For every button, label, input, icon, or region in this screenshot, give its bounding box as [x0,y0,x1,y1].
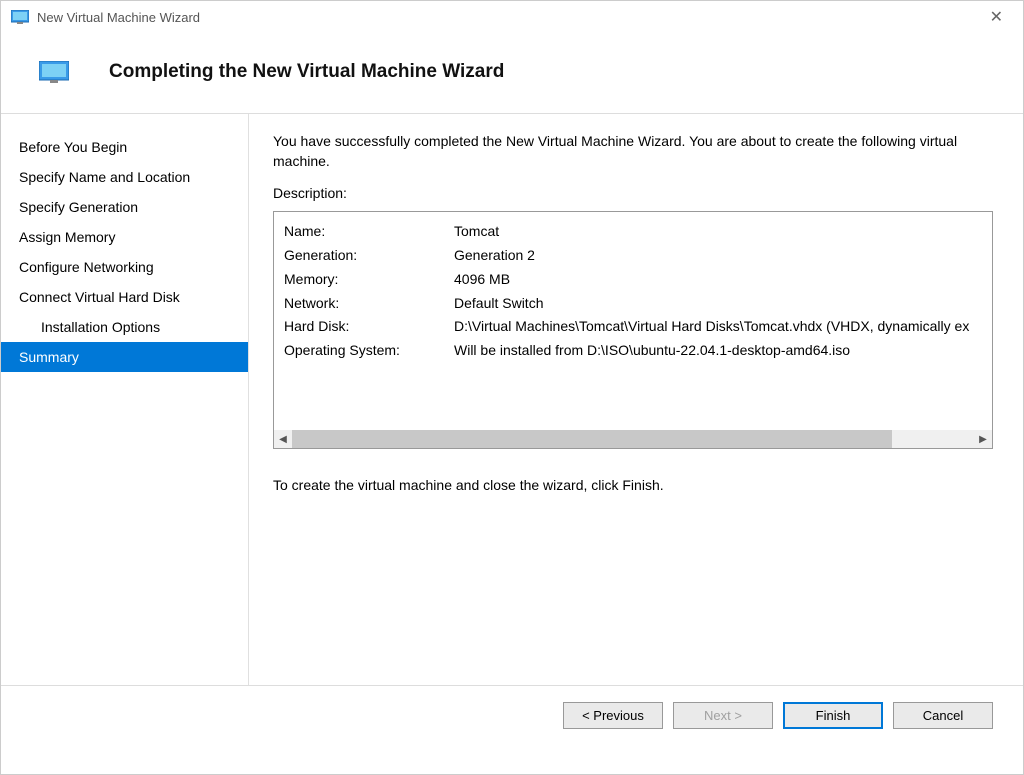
wizard-footer: < Previous Next > Finish Cancel [1,686,1023,744]
horizontal-scrollbar[interactable]: ◀ ▶ [274,430,992,448]
sidebar-item-assign-memory[interactable]: Assign Memory [1,222,248,252]
sidebar-item-before-you-begin[interactable]: Before You Begin [1,132,248,162]
cancel-button[interactable]: Cancel [893,702,993,729]
desc-row-name: Name: Tomcat [284,220,982,244]
desc-value: Default Switch [454,292,543,316]
scroll-track[interactable] [292,430,974,448]
sidebar: Before You Begin Specify Name and Locati… [1,114,249,685]
sidebar-item-summary[interactable]: Summary [1,342,248,372]
sidebar-item-configure-networking[interactable]: Configure Networking [1,252,248,282]
app-icon [11,10,29,24]
wizard-header: Completing the New Virtual Machine Wizar… [1,33,1023,114]
desc-key: Memory: [284,268,454,292]
next-button: Next > [673,702,773,729]
desc-value: Will be installed from D:\ISO\ubuntu-22.… [454,339,850,363]
desc-value: 4096 MB [454,268,510,292]
previous-button[interactable]: < Previous [563,702,663,729]
sidebar-item-specify-generation[interactable]: Specify Generation [1,192,248,222]
close-icon[interactable]: ✕ [980,3,1013,31]
titlebar: New Virtual Machine Wizard ✕ [1,1,1023,33]
desc-value: Generation 2 [454,244,535,268]
desc-row-network: Network: Default Switch [284,292,982,316]
scroll-thumb[interactable] [292,430,892,448]
desc-key: Name: [284,220,454,244]
content-pane: You have successfully completed the New … [249,114,1023,685]
description-label: Description: [273,185,999,201]
desc-value: D:\Virtual Machines\Tomcat\Virtual Hard … [454,315,969,339]
scroll-left-icon[interactable]: ◀ [274,430,292,448]
finish-button[interactable]: Finish [783,702,883,729]
intro-text: You have successfully completed the New … [273,132,999,171]
sidebar-item-connect-vhd[interactable]: Connect Virtual Hard Disk [1,282,248,312]
desc-key: Operating System: [284,339,454,363]
description-box: Name: Tomcat Generation: Generation 2 Me… [273,211,993,449]
desc-value: Tomcat [454,220,499,244]
sidebar-item-installation-options[interactable]: Installation Options [1,312,248,342]
sidebar-item-specify-name[interactable]: Specify Name and Location [1,162,248,192]
page-title: Completing the New Virtual Machine Wizar… [109,61,504,83]
hint-text: To create the virtual machine and close … [273,477,999,493]
desc-key: Generation: [284,244,454,268]
wizard-body: Before You Begin Specify Name and Locati… [1,114,1023,686]
window-title: New Virtual Machine Wizard [37,10,980,25]
desc-row-memory: Memory: 4096 MB [284,268,982,292]
desc-key: Network: [284,292,454,316]
desc-key: Hard Disk: [284,315,454,339]
desc-row-generation: Generation: Generation 2 [284,244,982,268]
desc-row-os: Operating System: Will be installed from… [284,339,982,363]
wizard-header-icon [39,61,69,83]
scroll-right-icon[interactable]: ▶ [974,430,992,448]
desc-row-harddisk: Hard Disk: D:\Virtual Machines\Tomcat\Vi… [284,315,982,339]
